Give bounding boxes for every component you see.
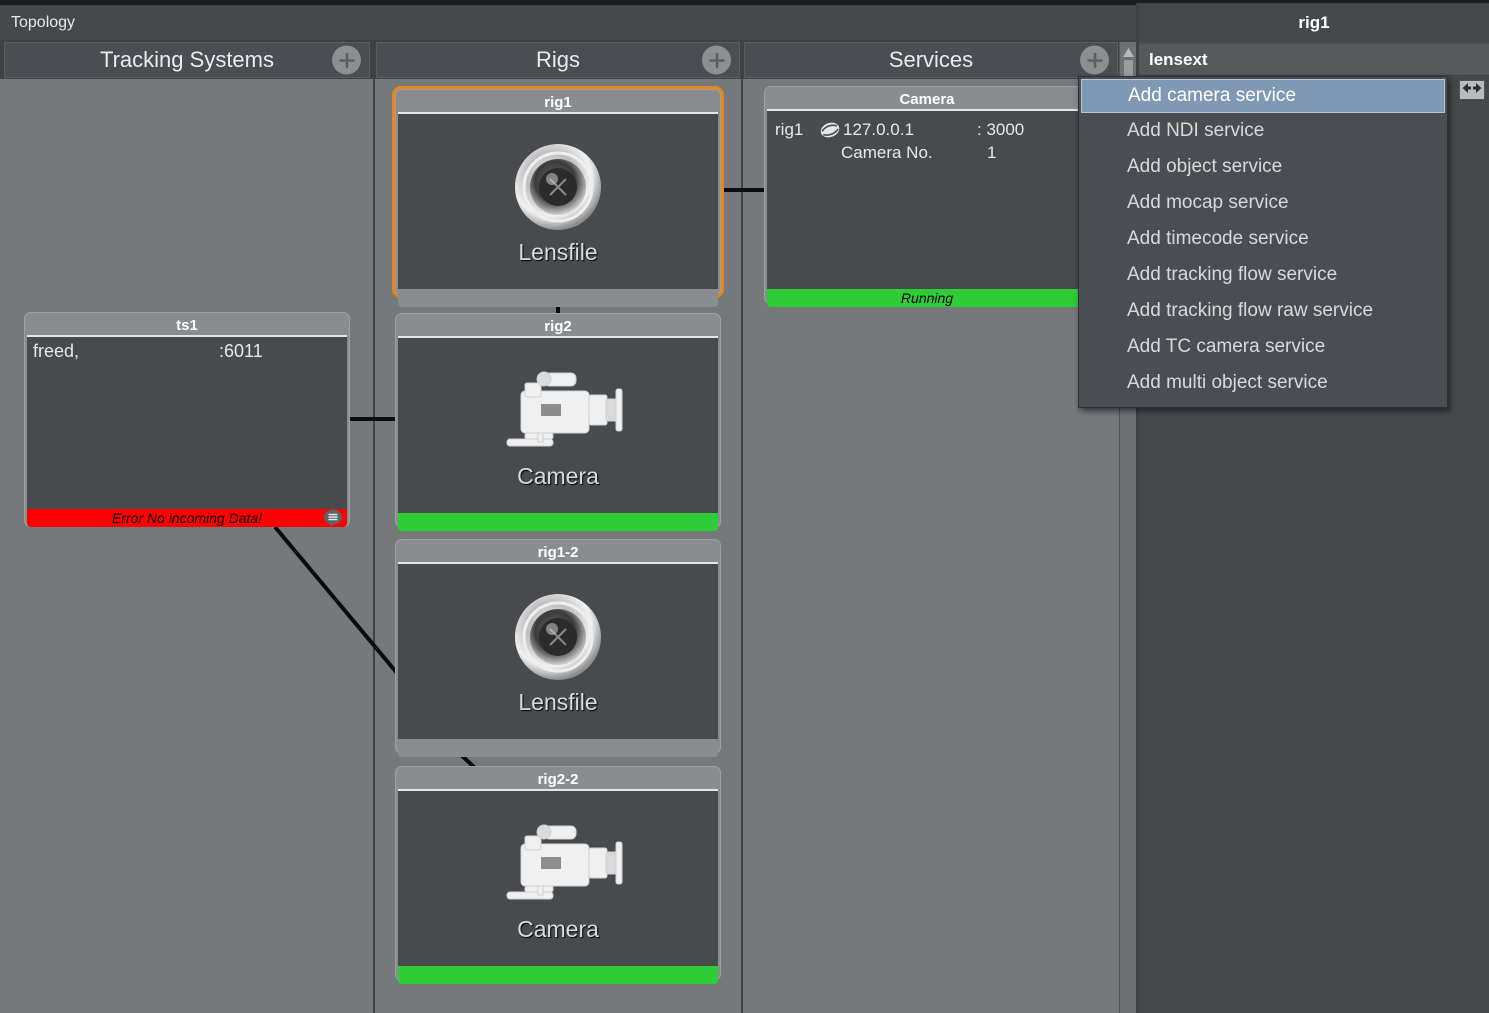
node-body: rig1 127.0.0.1 : 3000 Camera No. 1 [767,111,1087,289]
rig-node-rig1[interactable]: rig1 [392,86,724,298]
service-source-label: rig1 [775,120,819,140]
menu-item-add-tracking-flow-raw-service[interactable]: Add tracking flow raw service [1079,293,1447,329]
menu-item-add-tc-camera-service[interactable]: Add TC camera service [1079,329,1447,365]
column-title-rigs: Rigs [536,47,580,73]
column-separator-1 [373,42,375,1013]
node-body: Camera [398,338,718,513]
node-status-text: Running [901,290,953,306]
node-status-idle [398,739,718,757]
rig-caption: Camera [517,463,599,490]
column-title-services: Services [889,47,973,73]
tracking-systems-canvas[interactable] [0,79,373,1013]
node-body: freed, :6011 [27,337,347,509]
menu-item-add-tracking-flow-service[interactable]: Add tracking flow service [1079,257,1447,293]
node-title: rig1-2 [398,542,718,564]
camera-icon [485,814,631,914]
left-right-arrows-icon [1461,81,1483,99]
globe-icon [819,121,841,139]
node-body: Camera [398,791,718,966]
node-status-text: Error No incoming Data! [112,510,262,526]
node-status-running [398,966,718,984]
rig-caption: Camera [517,916,599,943]
rig-caption: Lensfile [518,689,597,716]
camera-icon [485,361,631,461]
lens-icon [508,587,608,687]
rig-properties-section-header[interactable]: lensext [1139,44,1489,76]
node-title: ts1 [27,315,347,337]
rig-properties-window-title: rig1 [1139,4,1489,42]
service-field-value: 1 [987,143,996,163]
ts-protocol-label: freed, [33,341,79,362]
menu-item-add-object-service[interactable]: Add object service [1079,149,1447,185]
add-tracking-system-button[interactable] [332,46,361,75]
add-service-button[interactable] [1080,46,1109,75]
ts-port-value: :6011 [219,341,263,362]
rig-properties-title-text: rig1 [1298,13,1329,33]
node-title: rig2 [398,316,718,338]
column-title-tracking-systems: Tracking Systems [100,47,274,73]
column-separator-2 [741,42,743,1013]
node-body: Lensfile [398,114,718,289]
column-header-rigs: Rigs [376,42,740,78]
column-header-tracking-systems: Tracking Systems [4,42,370,78]
service-node-camera[interactable]: Camera rig1 127.0.0.1 : 3000 Camera No. … [764,86,1090,304]
node-body: Lensfile [398,564,718,739]
node-status-running: Running [767,289,1087,307]
column-header-services: Services [744,42,1118,78]
menu-item-add-mocap-service[interactable]: Add mocap service [1079,185,1447,221]
tracking-system-node-ts1[interactable]: ts1 freed, :6011 Error No incoming Data! [24,312,350,527]
service-field-label: Camera No. [841,143,933,162]
menu-item-add-camera-service[interactable]: Add camera service [1081,79,1445,113]
menu-item-add-timecode-service[interactable]: Add timecode service [1079,221,1447,257]
node-status-idle [398,289,718,307]
lens-icon [508,137,608,237]
rig-properties-section-title: lensext [1149,50,1208,70]
triangle-up-icon[interactable] [1120,44,1137,60]
service-address: 127.0.0.1 [843,120,914,140]
rig-node-rig1-2[interactable]: rig1-2 Lensfile [395,539,721,754]
rig-caption: Lensfile [518,239,597,266]
menu-item-add-ndi-service[interactable]: Add NDI service [1079,113,1447,149]
rig-node-rig2-2[interactable]: rig2-2 [395,766,721,981]
message-bubble-icon[interactable] [323,509,343,527]
topology-window-title: Topology [0,6,1136,40]
add-rig-button[interactable] [702,46,731,75]
topology-title-text: Topology [11,14,75,32]
node-title: rig2-2 [398,769,718,791]
node-title: rig1 [398,92,718,114]
node-status-error: Error No incoming Data! [27,509,347,527]
node-title: Camera [767,89,1087,111]
node-status-running [398,513,718,531]
service-port: : 3000 [977,120,1024,140]
menu-item-add-multi-object-service[interactable]: Add multi object service [1079,365,1447,401]
add-service-context-menu[interactable]: Add camera service Add NDI service Add o… [1078,76,1448,408]
rig-node-rig2[interactable]: rig2 [395,313,721,528]
panel-splitter-handle[interactable] [1459,80,1485,100]
